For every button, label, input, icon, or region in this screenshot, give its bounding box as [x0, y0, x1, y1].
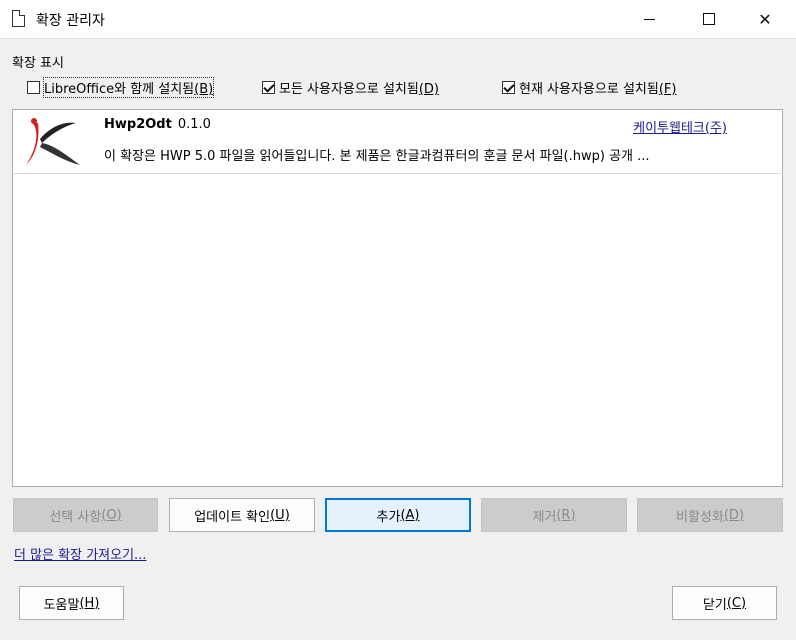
title-bar: 확장 관리자 ✕	[0, 0, 796, 39]
help-button[interactable]: 도움말 (H)	[19, 586, 124, 620]
filter-user-checkbox[interactable]: 현재 사용자용으로 설치됨(F)	[502, 78, 676, 97]
disable-button[interactable]: 비활성화 (D)	[637, 498, 783, 532]
get-more-extensions-link[interactable]: 더 많은 확장 가져오기...	[14, 544, 146, 563]
document-icon	[12, 10, 25, 27]
k2webtech-logo-icon	[26, 118, 80, 165]
check-updates-button[interactable]: 업데이트 확인 (U)	[169, 498, 315, 532]
extension-version: 0.1.0	[177, 117, 211, 132]
minimize-icon	[643, 18, 655, 20]
add-button[interactable]: 추가 (A)	[325, 498, 471, 532]
maximize-button[interactable]	[686, 0, 732, 38]
close-icon: ✕	[758, 9, 772, 29]
extension-description: 이 확장은 HWP 5.0 파일을 읽어들입니다. 본 제품은 한글과컴퓨터의 …	[104, 149, 650, 164]
minimize-button[interactable]	[626, 0, 672, 38]
filter-shared-hotkey: (D)	[418, 82, 439, 97]
filter-user-label: 현재 사용자용으로 설치됨	[519, 82, 659, 97]
close-window-button[interactable]: ✕	[742, 0, 788, 38]
filter-bundled-label: LibreOffice와 함께 설치됨	[44, 82, 195, 97]
window-title: 확장 관리자	[36, 13, 105, 29]
filter-bundled-checkbox[interactable]: LibreOffice와 함께 설치됨(B)	[27, 77, 215, 98]
options-button[interactable]: 선택 사항 (O)	[13, 498, 158, 532]
show-extensions-label: 확장 표시	[12, 56, 64, 71]
list-item[interactable]: Hwp2Odt 0.1.0 케이투웹테크(주) 이 확장은 HWP 5.0 파일을…	[14, 111, 781, 174]
checkbox-unchecked-icon	[27, 81, 40, 94]
extension-name: Hwp2Odt 0.1.0	[104, 117, 211, 132]
extension-list[interactable]: Hwp2Odt 0.1.0 케이투웹테크(주) 이 확장은 HWP 5.0 파일을…	[12, 109, 783, 487]
remove-button[interactable]: 제거 (R)	[481, 498, 627, 532]
checkbox-checked-icon	[262, 81, 275, 94]
checkbox-checked-icon	[502, 81, 515, 94]
extension-publisher-link[interactable]: 케이투웹테크(주)	[633, 117, 727, 136]
filter-bundled-hotkey: (B)	[194, 82, 214, 97]
maximize-icon	[703, 13, 715, 25]
filter-user-hotkey: (F)	[658, 82, 677, 97]
filter-shared-label: 모든 사용자용으로 설치됨	[279, 82, 419, 97]
close-button[interactable]: 닫기 (C)	[672, 586, 777, 620]
filter-shared-checkbox[interactable]: 모든 사용자용으로 설치됨(D)	[262, 78, 439, 97]
